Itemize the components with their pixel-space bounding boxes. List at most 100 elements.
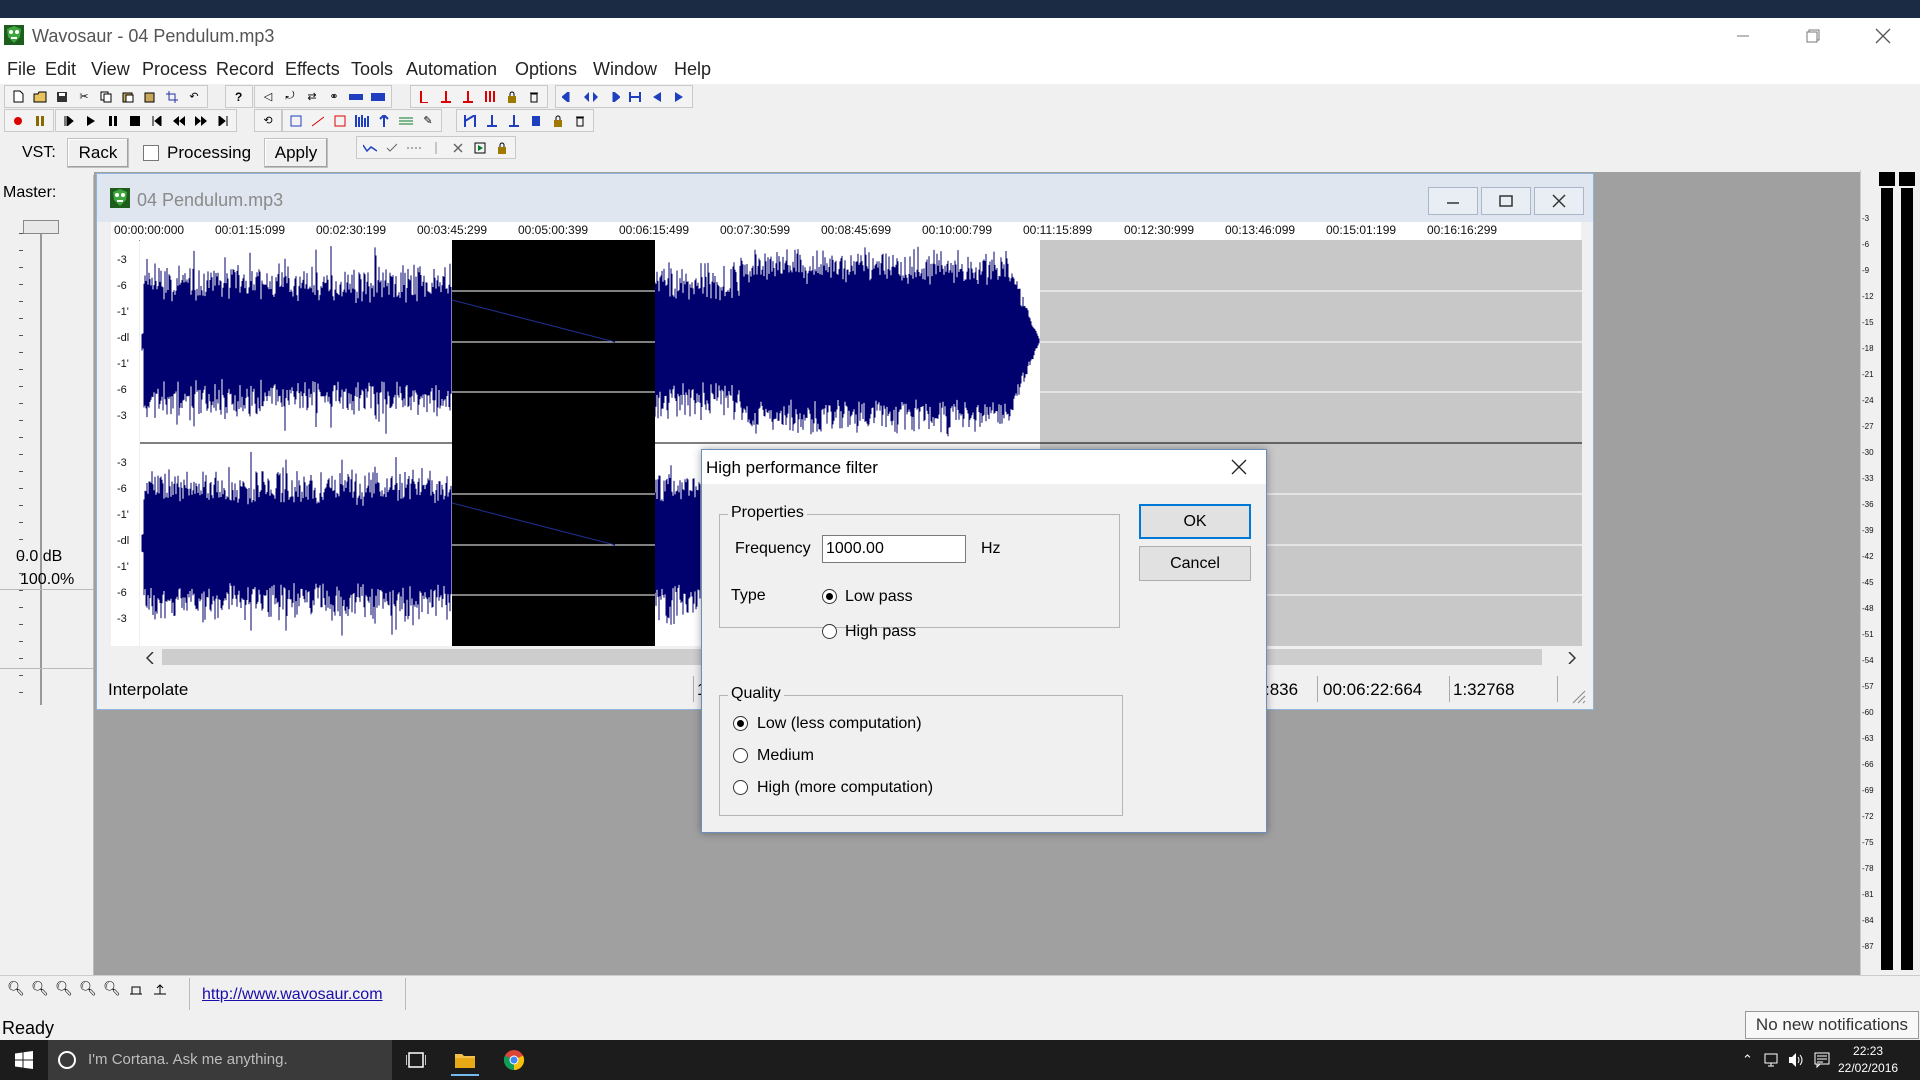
marker-start-icon[interactable] [415,88,433,105]
scroll-right-icon[interactable] [1568,652,1576,664]
marker-icon[interactable]: ⇄ [303,88,321,105]
wave-close-button[interactable] [1534,187,1584,215]
restore-button[interactable] [1790,18,1836,54]
quality-medium-radio[interactable] [733,748,748,763]
menu-automation[interactable]: Automation [406,59,497,80]
chrome-button[interactable] [500,1046,528,1074]
region-marker-icon[interactable] [461,112,479,129]
master-slider-track[interactable] [40,225,42,705]
spectrum-icon[interactable] [353,112,371,129]
marker-all-icon[interactable] [481,88,499,105]
apply-button[interactable]: Apply [264,138,328,168]
region-block-icon[interactable] [527,112,545,129]
lock-icon[interactable] [503,88,521,105]
envelope-lock-icon[interactable] [493,139,511,156]
resize-grip-icon[interactable] [1572,690,1586,704]
snap-center-icon[interactable] [626,88,644,105]
loop-icon[interactable]: ⤾ [281,88,299,105]
close-button[interactable] [1860,18,1906,54]
undo-icon[interactable]: ↶ [185,88,203,105]
wave-maximize-button[interactable] [1481,187,1531,215]
snap-both-icon[interactable] [582,88,600,105]
menu-record[interactable]: Record [216,59,274,80]
select-left-icon[interactable]: ◁ [259,88,277,105]
record-icon[interactable] [9,112,27,129]
region-split-icon[interactable] [505,112,523,129]
fade-icon[interactable] [309,112,327,129]
wavosaur-website-link[interactable]: http://www.wavosaur.com [202,986,383,1004]
menu-view[interactable]: View [91,59,130,80]
zoom-vertical-out-icon[interactable] [125,980,147,997]
delete-marker-icon[interactable] [525,88,543,105]
stop-icon[interactable] [126,112,144,129]
zoom-reset-icon[interactable] [149,980,171,997]
paste-icon[interactable] [119,88,137,105]
clock[interactable]: 22:23 22/02/2016 [1838,1043,1898,1077]
minimize-button[interactable] [1720,18,1766,54]
low-pass-label[interactable]: Low pass [845,588,913,606]
menu-effects[interactable]: Effects [285,59,340,80]
open-folder-icon[interactable] [31,88,49,105]
rack-button[interactable]: Rack [67,138,129,168]
cancel-button[interactable]: Cancel [1139,546,1251,581]
quality-low-radio[interactable] [733,716,748,731]
equalizer-icon[interactable] [397,112,415,129]
timeline-ruler[interactable]: 00:00:00:000 00:01:15:099 00:02:30:199 00:0… [111,222,1581,241]
quality-high-label[interactable]: High (more computation) [757,779,933,797]
task-view-button[interactable] [402,1046,430,1074]
play-from-start-icon[interactable] [60,112,78,129]
zoom-all-icon[interactable]: 🔍︎ [77,980,99,997]
action-center-icon[interactable] [1814,1052,1830,1068]
loop-play-icon[interactable]: ⟲ [259,112,277,129]
tray-chevron-icon[interactable]: ⌃ [1742,1052,1753,1068]
start-button[interactable] [0,1040,48,1080]
reverse-icon[interactable] [331,112,349,129]
play-icon[interactable] [82,112,100,129]
check-icon[interactable] [383,139,401,156]
menu-window[interactable]: Window [593,59,657,80]
zoom-out-icon[interactable]: 🔍︎ [29,980,51,997]
zoom-vertical-in-icon[interactable]: 🔍︎ [101,980,123,997]
link-icon[interactable]: ⚭ [325,88,343,105]
delete-point-icon[interactable] [449,139,467,156]
help-icon[interactable]: ? [230,88,248,105]
menu-options[interactable]: Options [515,59,577,80]
menu-file[interactable]: File [7,59,36,80]
processing-checkbox[interactable] [143,145,159,161]
paste-mix-icon[interactable] [141,88,159,105]
menu-tools[interactable]: Tools [351,59,393,80]
zoom-wave-in-icon[interactable] [347,88,365,105]
zoom-wave-out-icon[interactable] [369,88,387,105]
skip-end-icon[interactable] [214,112,232,129]
master-slider-thumb[interactable] [23,220,59,234]
menu-edit[interactable]: Edit [45,59,76,80]
marker-add-icon[interactable] [437,88,455,105]
copy-icon[interactable] [97,88,115,105]
low-pass-radio[interactable] [822,589,837,604]
zoom-selection-icon[interactable]: 🔍︎ [53,980,75,997]
network-icon[interactable] [1764,1053,1780,1067]
wave-window-titlebar[interactable]: 04 Pendulum.mp3 [97,174,1593,222]
save-icon[interactable] [53,88,71,105]
rewind-icon[interactable] [170,112,188,129]
high-pass-radio[interactable] [822,624,837,639]
ok-button[interactable]: OK [1139,504,1251,539]
quality-medium-label[interactable]: Medium [757,747,814,765]
skip-start-icon[interactable] [148,112,166,129]
scroll-left-icon[interactable] [146,652,154,664]
frame-icon[interactable] [471,139,489,156]
zoom-in-icon[interactable]: 🔍︎ [5,980,27,997]
file-explorer-button[interactable] [451,1046,479,1076]
quality-high-radio[interactable] [733,780,748,795]
envelope-icon[interactable] [361,139,379,156]
go-left-icon[interactable] [648,88,666,105]
volume-icon[interactable] [1788,1052,1806,1068]
go-right-icon[interactable] [670,88,688,105]
dialog-close-button[interactable] [1216,452,1262,482]
fast-forward-icon[interactable] [192,112,210,129]
dotted-line-icon[interactable] [405,139,423,156]
normalize-icon[interactable] [287,112,305,129]
new-file-icon[interactable] [9,88,27,105]
menu-help[interactable]: Help [674,59,711,80]
record-pause-icon[interactable] [31,112,49,129]
